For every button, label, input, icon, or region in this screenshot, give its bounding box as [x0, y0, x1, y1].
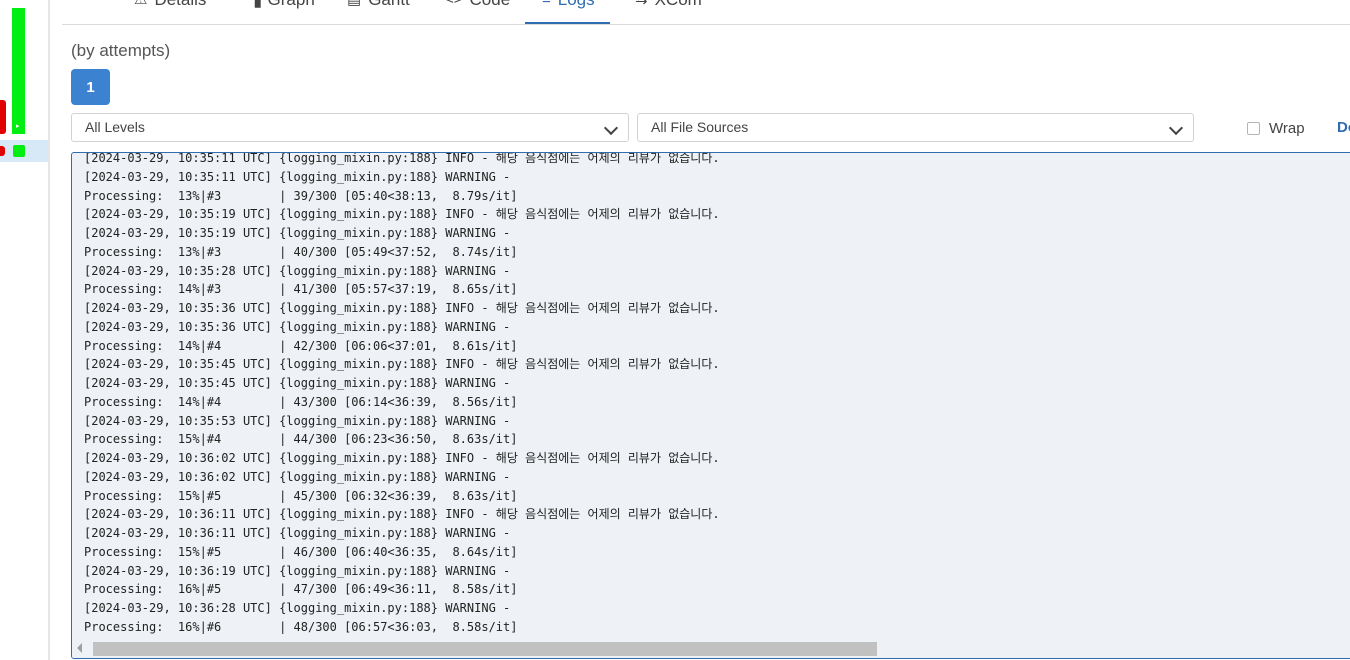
file-source-value: All File Sources	[651, 119, 749, 135]
log-line: [2024-03-29, 10:36:11 UTC] {logging_mixi…	[84, 526, 511, 540]
log-line: [2024-03-29, 10:35:36 UTC] {logging_mixi…	[84, 319, 511, 334]
log-line: Processing: 14%|#3 | 41/300 [05:57<37:19…	[84, 282, 518, 297]
log-line: Processing: 15%|#5 | 45/300 [06:32<36:39…	[84, 488, 518, 503]
task-failed-bar[interactable]	[0, 100, 6, 134]
scroll-left-icon[interactable]	[77, 643, 82, 653]
warning-icon: ⚠	[134, 0, 147, 10]
tab-code-label: Code	[470, 0, 511, 10]
tab-graph[interactable]: ▚ Graph	[249, 0, 315, 24]
log-line: Processing: 15%|#4 | 44/300 [06:23<36:50…	[84, 432, 518, 447]
log-content: [2024-03-29, 10:35:11 UTC] {logging_mixi…	[84, 152, 720, 637]
play-icon: ▸	[16, 123, 20, 130]
log-line: [2024-03-29, 10:36:11 UTC] {logging_mixi…	[84, 507, 720, 522]
log-line: Processing: 16%|#5 | 47/300 [06:49<36:11…	[84, 582, 518, 597]
log-line: Processing: 14%|#4 | 43/300 [06:14<36:39…	[84, 394, 518, 409]
scrollbar-thumb[interactable]	[93, 642, 877, 656]
tab-bar: ⚠ Details ▚ Graph ▤ Gantt <> Code ≡ Logs…	[62, 0, 1350, 25]
log-line: Processing: 14%|#4 | 42/300 [06:06<37:01…	[84, 338, 518, 353]
log-line: [2024-03-29, 10:35:28 UTC] {logging_mixi…	[84, 263, 511, 278]
log-level-value: All Levels	[85, 119, 145, 135]
file-source-select[interactable]: All File Sources	[637, 113, 1194, 142]
tab-code[interactable]: <> Code	[445, 0, 510, 24]
attempt-1-button[interactable]: 1	[71, 69, 110, 105]
selected-task-row[interactable]	[0, 140, 48, 162]
gantt-icon: ▤	[347, 0, 361, 10]
log-level-select[interactable]: All Levels	[71, 113, 629, 142]
log-line: [2024-03-29, 10:35:19 UTC] {logging_mixi…	[84, 226, 511, 240]
log-line: [2024-03-29, 10:35:45 UTC] {logging_mixi…	[84, 357, 720, 372]
log-line: [2024-03-29, 10:36:19 UTC] {logging_mixi…	[84, 563, 511, 578]
wrap-label[interactable]: Wrap	[1269, 120, 1305, 137]
tab-logs-label: Logs	[558, 0, 595, 10]
log-line: [2024-03-29, 10:35:11 UTC] {logging_mixi…	[84, 152, 720, 165]
log-line: [2024-03-29, 10:35:53 UTC] {logging_mixi…	[84, 413, 511, 428]
log-line: [2024-03-29, 10:35:45 UTC] {logging_mixi…	[84, 376, 511, 390]
log-line: [2024-03-29, 10:36:02 UTC] {logging_mixi…	[84, 451, 720, 465]
log-line: [2024-03-29, 10:36:28 UTC] {logging_mixi…	[84, 601, 511, 615]
success-status-square[interactable]	[13, 145, 25, 157]
tab-graph-label: Graph	[268, 0, 315, 10]
gantt-strip: ▸	[0, 0, 50, 660]
chevron-down-icon	[1168, 120, 1184, 136]
download-link[interactable]: Do	[1337, 119, 1350, 136]
graph-icon: ▚	[249, 0, 261, 10]
code-icon: <>	[445, 0, 463, 10]
tab-xcom-label: XCom	[655, 0, 702, 10]
log-viewer[interactable]: [2024-03-29, 10:35:11 UTC] {logging_mixi…	[71, 152, 1350, 659]
list-icon: ≡	[542, 0, 551, 10]
log-line: Processing: 15%|#5 | 46/300 [06:40<36:35…	[84, 544, 518, 559]
log-line: Processing: 13%|#3 | 40/300 [05:49<37:52…	[84, 244, 518, 259]
tab-xcom[interactable]: ⇆ XCom	[635, 0, 702, 24]
chevron-down-icon	[603, 120, 619, 136]
log-line: [2024-03-29, 10:35:36 UTC] {logging_mixi…	[84, 301, 720, 315]
log-line: Processing: 13%|#3 | 39/300 [05:40<38:13…	[84, 188, 518, 203]
exchange-icon: ⇆	[635, 0, 648, 10]
log-line: Processing: 16%|#6 | 48/300 [06:57<36:03…	[84, 619, 518, 634]
panel-divider[interactable]	[48, 0, 50, 660]
tab-logs[interactable]: ≡ Logs	[525, 0, 610, 24]
tab-details-label: Details	[154, 0, 206, 10]
task-success-bar[interactable]: ▸	[12, 8, 25, 134]
horizontal-scrollbar[interactable]	[72, 638, 1350, 658]
tab-details[interactable]: ⚠ Details	[134, 0, 206, 24]
wrap-checkbox[interactable]	[1247, 122, 1260, 135]
log-line: [2024-03-29, 10:35:19 UTC] {logging_mixi…	[84, 207, 720, 222]
attempts-heading: (by attempts)	[71, 41, 171, 60]
tab-gantt-label: Gantt	[368, 0, 410, 10]
tab-gantt[interactable]: ▤ Gantt	[347, 0, 410, 24]
log-line: [2024-03-29, 10:36:02 UTC] {logging_mixi…	[84, 469, 511, 484]
failed-status-square[interactable]	[0, 146, 5, 156]
log-line: [2024-03-29, 10:35:11 UTC] {logging_mixi…	[84, 169, 511, 184]
